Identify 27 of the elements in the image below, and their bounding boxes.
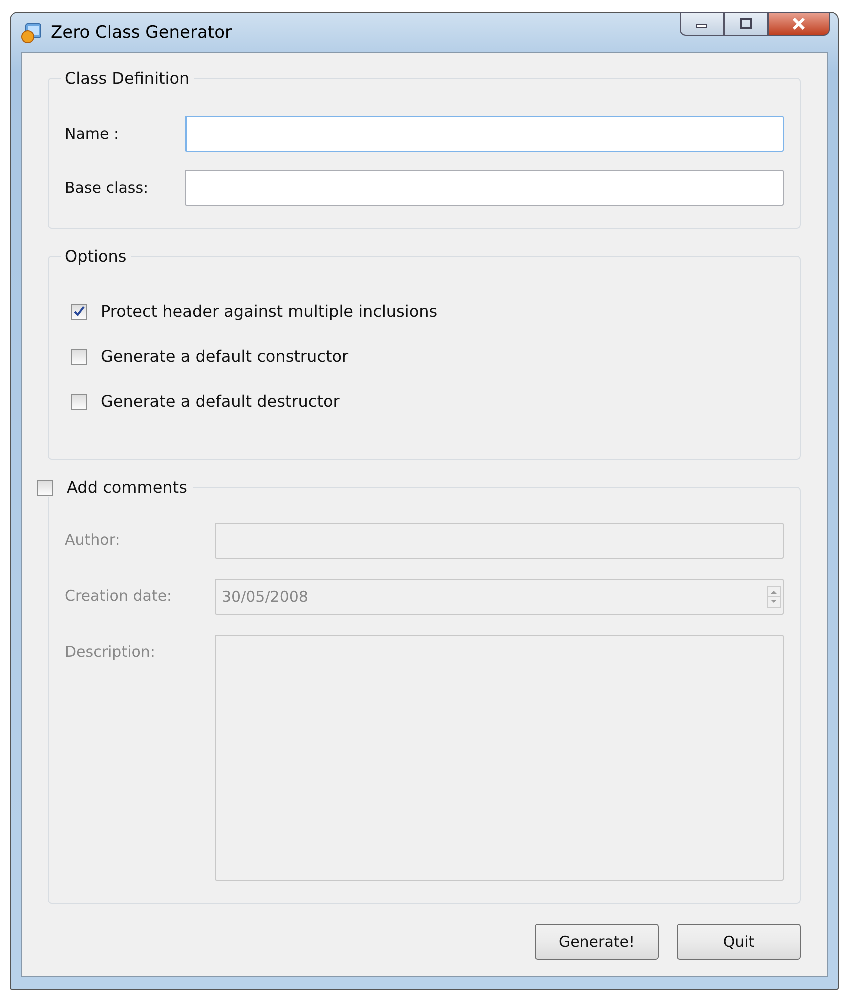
field-label: Description: (65, 642, 156, 661)
spin-arrows-icon[interactable] (767, 586, 781, 608)
checkbox[interactable] (71, 304, 87, 320)
input-field[interactable] (185, 116, 784, 152)
group-title: Class Definition (64, 69, 191, 88)
checkbox-label: Add comments (67, 478, 188, 497)
checkbox-label: Protect header against multiple inclusions (101, 302, 438, 321)
minimize-button[interactable] (680, 12, 724, 36)
maximize-icon (739, 18, 753, 30)
checkbox[interactable] (37, 480, 53, 496)
input-field[interactable] (185, 170, 784, 206)
app-icon (21, 22, 43, 44)
checkbox-label: Generate a default constructor (101, 347, 349, 366)
checkbox[interactable] (71, 348, 87, 364)
close-button[interactable] (768, 12, 830, 36)
field-label: Name : (65, 125, 120, 143)
dialog-button[interactable]: Quit (677, 924, 801, 960)
field-label: Base class: (65, 179, 150, 197)
checkbox-label: Generate a default destructor (101, 392, 340, 411)
maximize-button[interactable] (724, 12, 768, 36)
window-title: Zero Class Generator (51, 22, 232, 42)
field-label: Creation date: (65, 586, 174, 605)
group-title: Options (64, 247, 128, 266)
close-icon (791, 18, 807, 30)
field-label: Author: (65, 530, 122, 549)
checkbox[interactable] (71, 394, 87, 410)
dialog-button[interactable]: Generate! (535, 924, 659, 960)
